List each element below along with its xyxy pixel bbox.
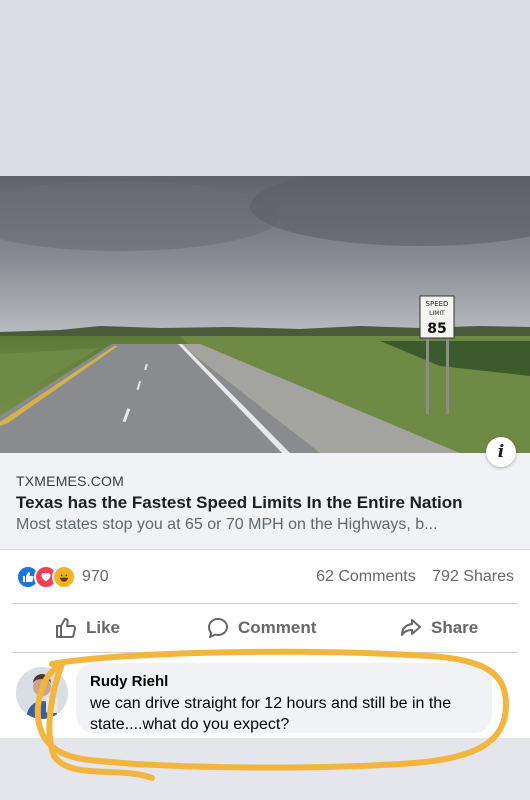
link-meta[interactable]: TXMEMES.COM Texas has the Fastest Speed … bbox=[0, 453, 530, 550]
avatar[interactable] bbox=[16, 667, 68, 719]
comment-label: Comment bbox=[238, 618, 317, 637]
reaction-count[interactable]: 970 bbox=[82, 568, 109, 586]
comment-bubble-icon bbox=[208, 618, 228, 638]
link-domain: TXMEMES.COM bbox=[16, 473, 124, 489]
sign-value-text: 85 bbox=[427, 321, 446, 337]
like-label: Like bbox=[86, 618, 121, 637]
comment-share-counts: 62 Comments 792 Shares bbox=[316, 568, 514, 586]
share-button[interactable]: Share bbox=[399, 604, 478, 652]
post-card: SPEED LIMIT 85 i TXMEMES.COM Texas has t… bbox=[0, 176, 530, 738]
info-icon[interactable]: i bbox=[486, 437, 516, 467]
like-button[interactable]: Like bbox=[54, 604, 120, 652]
thumbs-up-icon bbox=[56, 618, 76, 638]
link-title: Texas has the Fastest Speed Limits In th… bbox=[16, 493, 463, 512]
comments-count[interactable]: 62 Comments bbox=[316, 568, 416, 585]
link-preview-image[interactable]: SPEED LIMIT 85 bbox=[0, 176, 530, 453]
post-stats: 970 62 Comments 792 Shares bbox=[0, 565, 530, 590]
shares-count[interactable]: 792 Shares bbox=[432, 568, 514, 585]
comment-text: we can drive straight for 12 hours and s… bbox=[90, 695, 452, 733]
comment-bubble: Rudy Riehl we can drive straight for 12 … bbox=[76, 663, 492, 733]
sign-speed-text: SPEED bbox=[426, 300, 449, 308]
share-label: Share bbox=[431, 618, 479, 637]
action-bar: Like Comment Share bbox=[0, 604, 530, 652]
divider bbox=[12, 652, 518, 653]
comment-button[interactable]: Comment bbox=[206, 604, 316, 652]
sign-limit-text: LIMIT bbox=[429, 310, 445, 317]
link-description: Most states stop you at 65 or 70 MPH on … bbox=[16, 516, 438, 533]
comment-author[interactable]: Rudy Riehl bbox=[90, 673, 168, 690]
share-arrow-icon bbox=[401, 619, 421, 636]
top-empty-area bbox=[0, 0, 530, 176]
bottom-empty-area bbox=[0, 738, 530, 800]
haha-icon bbox=[52, 565, 76, 589]
comment-item: Rudy Riehl we can drive straight for 12 … bbox=[0, 663, 530, 738]
reactions-summary[interactable]: 970 bbox=[16, 565, 109, 589]
